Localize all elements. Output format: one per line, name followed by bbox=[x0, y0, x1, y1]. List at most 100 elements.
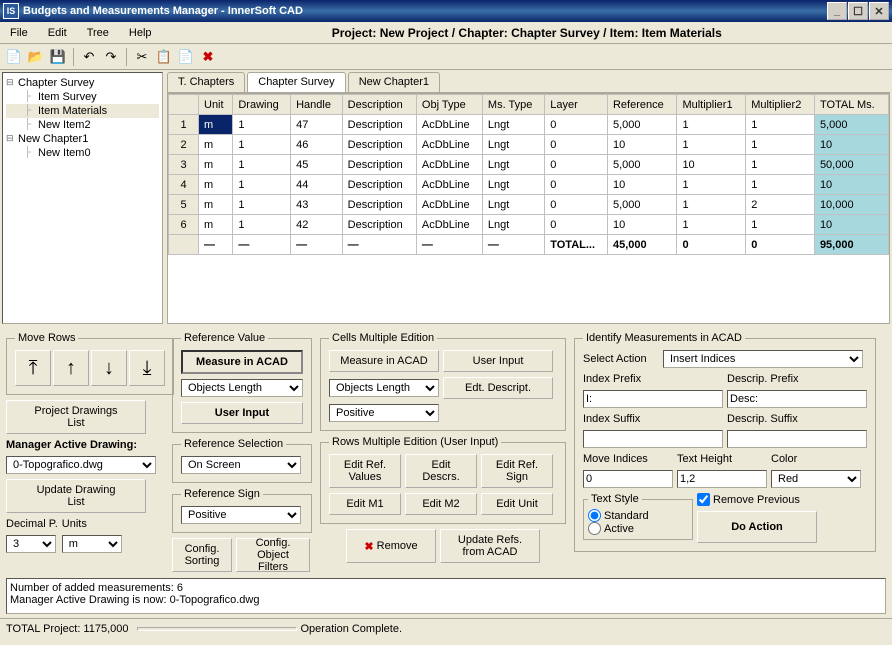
tab-new-chapter1[interactable]: New Chapter1 bbox=[348, 72, 440, 92]
mi-input[interactable] bbox=[583, 470, 673, 488]
update-drawing-list-button[interactable]: Update Drawing List bbox=[6, 479, 146, 513]
config-filters-button[interactable]: Config. Object Filters bbox=[236, 538, 310, 572]
cell-ref[interactable]: 10 bbox=[607, 215, 676, 235]
menu-tree[interactable]: Tree bbox=[77, 24, 119, 42]
col-ref[interactable]: Reference bbox=[607, 95, 676, 115]
cell-m1[interactable]: 1 bbox=[677, 215, 746, 235]
cell-ref[interactable]: 5,000 bbox=[607, 155, 676, 175]
maximize-button[interactable]: ☐ bbox=[848, 2, 868, 20]
tree-panel[interactable]: Chapter Survey Item Survey Item Material… bbox=[2, 72, 163, 324]
cell-obj[interactable]: AcDbLine bbox=[416, 195, 482, 215]
data-grid[interactable]: Unit Drawing Handle Description Obj Type… bbox=[167, 93, 890, 324]
remove-button[interactable]: ✖ Remove bbox=[346, 529, 436, 563]
menu-help[interactable]: Help bbox=[119, 24, 162, 42]
cell-handle[interactable]: 42 bbox=[291, 215, 343, 235]
move-bottom-button[interactable]: ⤓ bbox=[129, 350, 165, 386]
cell-desc[interactable]: Description bbox=[342, 155, 416, 175]
cell-obj[interactable]: AcDbLine bbox=[416, 215, 482, 235]
cell-unit[interactable]: m bbox=[199, 155, 233, 175]
close-button[interactable]: ✕ bbox=[869, 2, 889, 20]
cell-total[interactable]: 10 bbox=[814, 215, 888, 235]
cell-drawing[interactable]: 1 bbox=[233, 175, 291, 195]
cell-drawing[interactable]: 1 bbox=[233, 115, 291, 135]
col-unit[interactable]: Unit bbox=[199, 95, 233, 115]
cell-m2[interactable]: 1 bbox=[746, 135, 815, 155]
edit-m2-button[interactable]: Edit M2 bbox=[405, 493, 477, 515]
cell-n[interactable]: 1 bbox=[169, 115, 199, 135]
col-desc[interactable]: Description bbox=[342, 95, 416, 115]
do-action-button[interactable]: Do Action bbox=[697, 511, 817, 543]
config-sorting-button[interactable]: Config. Sorting bbox=[172, 538, 232, 572]
tree-chapter-survey[interactable]: Chapter Survey bbox=[6, 76, 159, 90]
cell-handle[interactable]: 47 bbox=[291, 115, 343, 135]
ts-active-radio[interactable] bbox=[588, 522, 601, 535]
cell-layer[interactable]: 0 bbox=[545, 175, 608, 195]
mad-select[interactable]: 0-Topografico.dwg bbox=[6, 456, 156, 474]
objlen-select[interactable]: Objects Length bbox=[181, 379, 303, 397]
cell-total[interactable]: 10 bbox=[814, 135, 888, 155]
cell-layer[interactable]: 0 bbox=[545, 155, 608, 175]
cell-n[interactable]: 4 bbox=[169, 175, 199, 195]
remove-prev-check[interactable] bbox=[697, 493, 710, 506]
cell-obj[interactable]: AcDbLine bbox=[416, 115, 482, 135]
move-top-button[interactable]: ⤒ bbox=[15, 350, 51, 386]
menu-file[interactable]: File bbox=[0, 24, 38, 42]
cell-obj[interactable]: AcDbLine bbox=[416, 135, 482, 155]
cell-layer[interactable]: 0 bbox=[545, 195, 608, 215]
cell-unit[interactable]: m bbox=[199, 215, 233, 235]
menu-edit[interactable]: Edit bbox=[38, 24, 77, 42]
move-up-button[interactable]: ↑ bbox=[53, 350, 89, 386]
cell-n[interactable]: 6 bbox=[169, 215, 199, 235]
cell-layer[interactable]: 0 bbox=[545, 215, 608, 235]
tab-chapter-survey[interactable]: Chapter Survey bbox=[247, 72, 345, 92]
cme-measure-button[interactable]: Measure in ACAD bbox=[329, 350, 439, 372]
th-input[interactable] bbox=[677, 470, 767, 488]
cell-total[interactable]: 5,000 bbox=[814, 115, 888, 135]
decp-select[interactable]: 3 bbox=[6, 535, 56, 553]
tree-new-item0[interactable]: New Item0 bbox=[6, 146, 159, 160]
cell-m2[interactable]: 2 bbox=[746, 195, 815, 215]
ip-input[interactable] bbox=[583, 390, 723, 408]
cell-n[interactable]: 2 bbox=[169, 135, 199, 155]
paste-icon[interactable]: 📄 bbox=[176, 47, 196, 67]
col-layer[interactable]: Layer bbox=[545, 95, 608, 115]
table-row[interactable]: 4m144DescriptionAcDbLineLngt0101110 bbox=[169, 175, 889, 195]
project-drawings-list-button[interactable]: Project Drawings List bbox=[6, 400, 146, 434]
cme-objlen-select[interactable]: Objects Length bbox=[329, 379, 439, 397]
tree-new-chapter1[interactable]: New Chapter1 bbox=[6, 132, 159, 146]
update-refs-button[interactable]: Update Refs. from ACAD bbox=[440, 529, 540, 563]
cme-userinput-button[interactable]: User Input bbox=[443, 350, 553, 372]
edit-descrs-button[interactable]: Edit Descrs. bbox=[405, 454, 477, 488]
col-m2[interactable]: Multiplier2 bbox=[746, 95, 815, 115]
cell-desc[interactable]: Description bbox=[342, 195, 416, 215]
tree-new-item2[interactable]: New Item2 bbox=[6, 118, 159, 132]
cell-ms[interactable]: Lngt bbox=[482, 115, 544, 135]
cell-total[interactable]: 10 bbox=[814, 175, 888, 195]
edit-ref-values-button[interactable]: Edit Ref. Values bbox=[329, 454, 401, 488]
cell-ref[interactable]: 5,000 bbox=[607, 195, 676, 215]
table-row[interactable]: 6m142DescriptionAcDbLineLngt0101110 bbox=[169, 215, 889, 235]
table-row[interactable]: 1m147DescriptionAcDbLineLngt05,000115,00… bbox=[169, 115, 889, 135]
user-input-button[interactable]: User Input bbox=[181, 402, 303, 424]
table-row[interactable]: 5m143DescriptionAcDbLineLngt05,0001210,0… bbox=[169, 195, 889, 215]
cell-desc[interactable]: Description bbox=[342, 115, 416, 135]
cell-m2[interactable]: 1 bbox=[746, 215, 815, 235]
cell-desc[interactable]: Description bbox=[342, 215, 416, 235]
ds-input[interactable] bbox=[727, 430, 867, 448]
edit-m1-button[interactable]: Edit M1 bbox=[329, 493, 401, 515]
col-drawing[interactable]: Drawing bbox=[233, 95, 291, 115]
delete-icon[interactable]: ✖ bbox=[198, 47, 218, 67]
col-m1[interactable]: Multiplier1 bbox=[677, 95, 746, 115]
log-panel[interactable]: Number of added measurements: 6 Manager … bbox=[6, 578, 886, 614]
cell-layer[interactable]: 0 bbox=[545, 115, 608, 135]
cell-drawing[interactable]: 1 bbox=[233, 155, 291, 175]
col-total[interactable]: TOTAL Ms. bbox=[814, 95, 888, 115]
sa-select[interactable]: Insert Indices bbox=[663, 350, 863, 368]
cell-m1[interactable]: 10 bbox=[677, 155, 746, 175]
cell-ref[interactable]: 5,000 bbox=[607, 115, 676, 135]
cell-handle[interactable]: 46 bbox=[291, 135, 343, 155]
col-ms[interactable]: Ms. Type bbox=[482, 95, 544, 115]
cell-unit[interactable]: m bbox=[199, 175, 233, 195]
tree-item-survey[interactable]: Item Survey bbox=[6, 90, 159, 104]
cell-handle[interactable]: 44 bbox=[291, 175, 343, 195]
